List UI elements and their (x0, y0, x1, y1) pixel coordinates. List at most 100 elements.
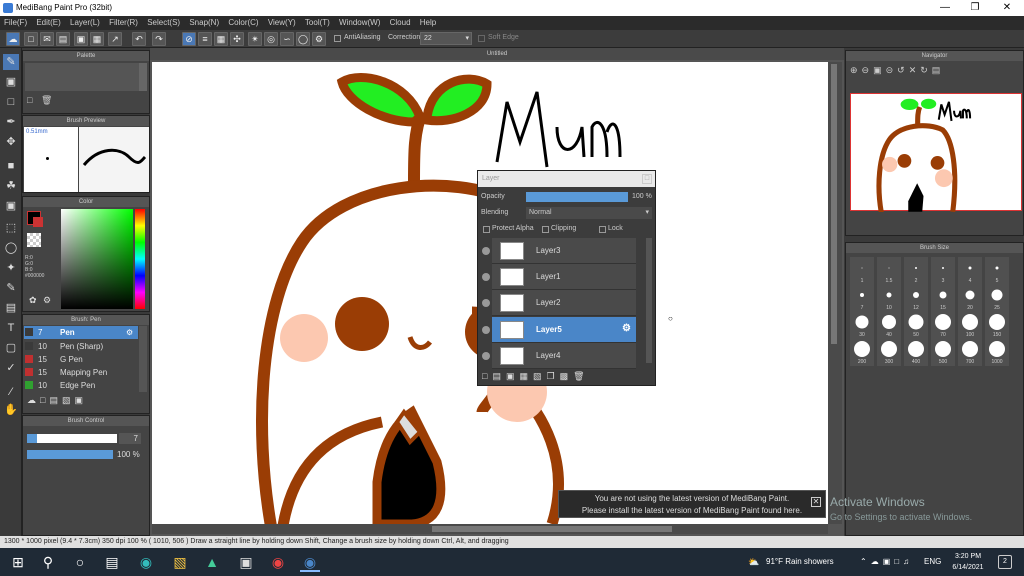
flip-icon[interactable]: ▤ (932, 65, 945, 75)
clipping-checkbox[interactable] (542, 226, 549, 233)
weather-text[interactable]: 91°F Rain showers (766, 557, 834, 566)
brush-folder-icon[interactable]: ▧ (62, 395, 75, 405)
curve-icon[interactable]: ∽ (280, 32, 294, 46)
menu-view[interactable]: View(Y) (268, 16, 296, 30)
minimize-icon[interactable]: — (930, 1, 960, 15)
brush-size-option[interactable]: 20 (958, 284, 982, 312)
brush-item-pen-sharp[interactable]: 10 Pen (Sharp) (24, 340, 138, 353)
brush-size-option[interactable]: 7 (850, 284, 874, 312)
menu-layer[interactable]: Layer(L) (70, 16, 100, 30)
eyedropper-icon[interactable]: ✓ (3, 360, 19, 376)
brush-item-edge-pen[interactable]: 10 Edge Pen (24, 379, 138, 392)
task-view-icon[interactable]: ▤ (102, 552, 122, 572)
brush-size-option[interactable]: 1.5 (877, 257, 901, 285)
layer-row-layer1[interactable]: Layer1 (492, 264, 636, 290)
canvas-vscrollbar[interactable] (828, 62, 842, 524)
export-icon[interactable]: ↗ (108, 32, 122, 46)
brush-item-mapping-pen[interactable]: 15 Mapping Pen (24, 366, 138, 379)
cloud-icon[interactable]: ☁ (6, 32, 20, 46)
lasso-tool-icon[interactable]: ◯ (3, 240, 19, 256)
magic-wand-icon[interactable]: ✦ (3, 260, 19, 276)
tray-icons[interactable]: ⌃☁▣□♫ (860, 557, 913, 566)
pen-tool-icon[interactable]: ✒ (3, 114, 19, 130)
select-tool-icon[interactable]: ⬚ (3, 220, 19, 236)
save-icon[interactable]: ▣ (74, 32, 88, 46)
menu-tool[interactable]: Tool(T) (305, 16, 330, 30)
brush-size-value[interactable]: 7 (119, 433, 141, 444)
move-tool-icon[interactable]: ✥ (3, 134, 19, 150)
cortana-icon[interactable]: ○ (70, 552, 90, 572)
color-sv-picker[interactable] (61, 209, 133, 309)
layer5-visibility-icon[interactable] (482, 326, 490, 334)
layer-panel-header[interactable]: Layer □ (478, 171, 655, 187)
brush-size-option[interactable]: 700 (958, 338, 982, 366)
grid-ruler-icon[interactable]: ▦ (214, 32, 228, 46)
brush-size-option[interactable]: 200 (850, 338, 874, 366)
duplicate-layer-icon[interactable]: ❐ (547, 371, 560, 381)
bucket-tool-icon[interactable]: ☘ (3, 178, 19, 194)
blending-select[interactable]: Normal ▾ (526, 207, 652, 219)
brush-tool-icon[interactable]: ✎ (3, 54, 19, 70)
brush-size-option[interactable]: 1000 (985, 338, 1009, 366)
brush-size-option[interactable]: 25 (985, 284, 1009, 312)
brush-opacity-slider[interactable] (27, 450, 113, 459)
fit-icon[interactable]: ▣ (873, 65, 886, 75)
store-icon[interactable]: ▣ (236, 552, 256, 572)
menu-color[interactable]: Color(C) (228, 16, 258, 30)
brush-list-scrollbar[interactable] (139, 326, 147, 392)
zoom-in-icon[interactable]: ⊕ (850, 65, 862, 75)
brush-size-option[interactable]: 4 (958, 257, 982, 285)
soft-edge-checkbox[interactable] (478, 35, 485, 42)
brush-size-option[interactable]: 12 (904, 284, 928, 312)
brush-item-pen[interactable]: 7 Pen ⚙ (24, 326, 138, 339)
chrome-icon[interactable]: ◉ (268, 552, 288, 572)
brush-size-option[interactable]: 5 (985, 257, 1009, 285)
select-pen-icon[interactable]: ✎ (3, 280, 19, 296)
menu-filter[interactable]: Filter(R) (109, 16, 138, 30)
menu-file[interactable]: File(F) (4, 16, 27, 30)
ellipse-snap-icon[interactable]: ◯ (296, 32, 310, 46)
ruler-off-icon[interactable]: ⊘ (182, 32, 196, 46)
layer1-visibility-icon[interactable] (482, 273, 490, 281)
zoom-minus-icon[interactable]: ⊝ (886, 65, 898, 75)
edge-browser-icon[interactable]: ◉ (136, 552, 156, 572)
fill-shape-icon[interactable]: ■ (3, 158, 19, 174)
menu-select[interactable]: Select(S) (147, 16, 180, 30)
brush-size-option[interactable]: 150 (985, 311, 1009, 339)
zoom-out-icon[interactable]: ⊖ (862, 65, 874, 75)
canvas-tab[interactable]: Untitled (150, 48, 844, 60)
language-indicator[interactable]: ENG (924, 557, 941, 566)
color-settings-icon[interactable]: ⚙ (43, 295, 51, 306)
brush-size-option[interactable]: 300 (877, 338, 901, 366)
undo-icon[interactable]: ↶ (132, 32, 146, 46)
brush-size-option[interactable]: 400 (904, 338, 928, 366)
canvas-hscrollbar[interactable] (152, 524, 828, 534)
close-icon[interactable]: ✕ (992, 1, 1022, 15)
add-layer-icon[interactable]: □ (482, 371, 492, 381)
menu-edit[interactable]: Edit(E) (36, 16, 60, 30)
new-file-icon[interactable]: □ (24, 32, 38, 46)
layer-row-layer5[interactable]: Layer5 ⚙ (492, 317, 636, 343)
add-1bit-layer-icon[interactable]: ▦ (519, 371, 533, 381)
notification-center-icon[interactable]: 2 (998, 555, 1012, 569)
layer3-visibility-icon[interactable] (482, 247, 490, 255)
layer2-visibility-icon[interactable] (482, 299, 490, 307)
brush-size-option[interactable]: 1 (850, 257, 874, 285)
brush-size-option[interactable]: 500 (931, 338, 955, 366)
eyedropper2-icon[interactable]: ⁄ (3, 384, 19, 400)
dot-tool-icon[interactable]: □ (3, 94, 19, 110)
update-notification[interactable]: You are not using the latest version of … (558, 490, 826, 518)
rotate-right-icon[interactable]: ↻ (920, 65, 932, 75)
layer-panel-close-icon[interactable]: □ (642, 174, 652, 184)
antialiasing-checkbox[interactable] (334, 35, 341, 42)
concentric-icon[interactable]: ◎ (264, 32, 278, 46)
notification-close-icon[interactable]: ✕ (811, 497, 821, 507)
brush-size-option[interactable]: 15 (931, 284, 955, 312)
layer-folder-icon[interactable]: ▧ (533, 371, 547, 381)
protect-alpha-checkbox[interactable] (483, 226, 490, 233)
app-icon[interactable]: ▲ (202, 552, 222, 572)
brush-size-option[interactable]: 70 (931, 311, 955, 339)
select-eraser-icon[interactable]: ▤ (3, 300, 19, 316)
transparent-color-swatch[interactable] (27, 233, 41, 247)
brush-size-option[interactable]: 100 (958, 311, 982, 339)
